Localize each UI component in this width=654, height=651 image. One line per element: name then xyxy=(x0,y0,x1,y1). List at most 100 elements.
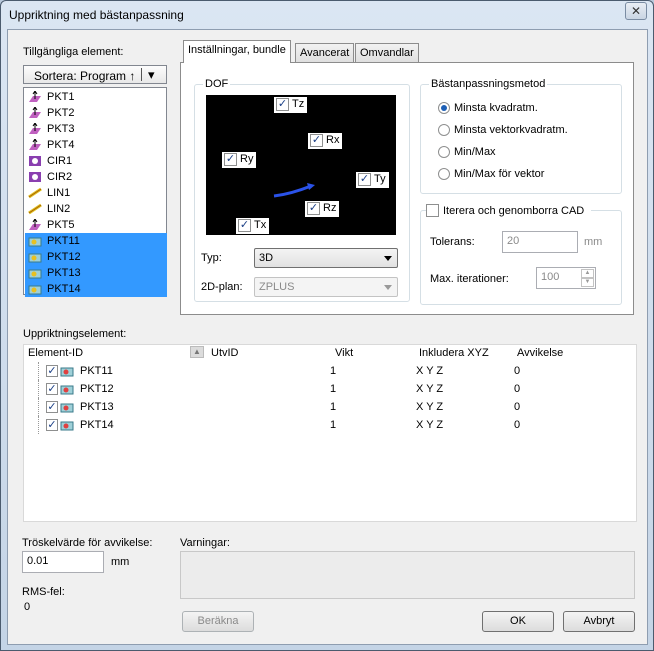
method-group-label: Bästanpassningsmetod xyxy=(429,78,548,90)
dof-tz-label: Tz xyxy=(292,98,305,110)
dof-rz-checkbox[interactable]: ✓ xyxy=(307,202,320,215)
point-icon xyxy=(60,420,74,431)
plane-combo[interactable]: ZPLUS xyxy=(254,277,398,297)
method-radio[interactable] xyxy=(438,168,450,180)
method-radio[interactable] xyxy=(438,146,450,158)
row-checkbox[interactable]: ✓ xyxy=(46,365,58,377)
tab-transform[interactable]: Omvandlar xyxy=(355,43,419,63)
spin-up-icon[interactable]: ▲ xyxy=(581,269,594,278)
list-item[interactable]: CIR2 xyxy=(25,169,167,185)
title-bar[interactable]: Uppriktning med bästanpassning ✕ xyxy=(1,1,653,29)
method-radio[interactable] xyxy=(438,124,450,136)
available-elements-list[interactable]: PKT1 PKT2 PKT3 PKT4 CIR1 CIR2 LIN1 LIN2 PKT5 PKT1… xyxy=(23,87,167,297)
rotation-arrow-icon xyxy=(273,183,315,198)
max-iterations-input[interactable]: 100 ▲ ▼ xyxy=(536,267,596,289)
list-item[interactable]: PKT3 xyxy=(25,121,167,137)
list-item[interactable]: PKT1 xyxy=(25,89,167,105)
sort-icon[interactable]: ▲ xyxy=(190,346,204,358)
column-header[interactable]: Element-ID xyxy=(28,347,83,359)
dof-rx-checkbox[interactable]: ✓ xyxy=(310,134,323,147)
list-item[interactable]: PKT5 xyxy=(25,217,167,233)
row-deviation: 0 xyxy=(514,383,521,395)
row-element-id: PKT11 xyxy=(80,365,113,377)
iterate-group xyxy=(420,210,622,305)
point-icon xyxy=(60,366,74,377)
calculate-button[interactable]: Beräkna xyxy=(182,611,254,632)
list-item[interactable]: PKT13 xyxy=(25,265,167,281)
table-row[interactable]: ✓ PKT12 1 X Y Z 0 xyxy=(24,380,636,398)
dof-ry-checkbox[interactable]: ✓ xyxy=(224,153,237,166)
row-element-id: PKT12 xyxy=(80,383,114,395)
dof-tx-label: Tx xyxy=(254,219,267,231)
dof-ty[interactable]: ✓ Ty xyxy=(356,172,389,188)
dof-tz[interactable]: ✓ Tz xyxy=(274,97,308,113)
list-item-label: PKT3 xyxy=(47,123,75,135)
ok-button[interactable]: OK xyxy=(482,611,554,632)
dof-canvas: ✓ Tz ✓ Rx ✓ Ry ✓ Ty ✓ Rz ✓ Tx xyxy=(206,95,396,235)
table-row[interactable]: ✓ PKT13 1 X Y Z 0 xyxy=(24,398,636,416)
list-item[interactable]: LIN2 xyxy=(25,201,167,217)
row-xyz: X Y Z xyxy=(416,365,444,377)
method-option-label[interactable]: Minsta kvadratm. xyxy=(454,102,538,114)
threshold-unit: mm xyxy=(111,556,130,568)
type-combo[interactable]: 3D xyxy=(254,248,398,268)
method-option-label[interactable]: Min/Max xyxy=(454,146,496,158)
chevron-down-icon[interactable]: ▾ xyxy=(148,67,155,83)
warnings-label: Varningar: xyxy=(180,537,230,549)
alignment-grid[interactable]: Element-ID ▲ UtvID Vikt Inkludera XYZ Av… xyxy=(23,344,637,522)
iterate-checkbox[interactable] xyxy=(426,204,439,217)
list-item-label: PKT11 xyxy=(47,235,80,247)
list-item[interactable]: CIR1 xyxy=(25,153,167,169)
method-option-label[interactable]: Min/Max för vektor xyxy=(454,168,544,180)
tab-advanced[interactable]: Avancerat xyxy=(295,43,355,63)
dof-rz[interactable]: ✓ Rz xyxy=(305,201,340,217)
iterate-header[interactable]: Iterera och genomborra CAD xyxy=(426,204,591,218)
sort-dropdown[interactable]: Sortera: Program ↑ ▾ xyxy=(23,65,167,84)
plane-label: 2D-plan: xyxy=(201,281,243,293)
list-item[interactable]: PKT2 xyxy=(25,105,167,121)
column-header[interactable]: Avvikelse xyxy=(517,347,563,359)
rms-value: 0 xyxy=(24,601,31,613)
column-header[interactable]: Inkludera XYZ xyxy=(419,347,489,359)
dof-ty-checkbox[interactable]: ✓ xyxy=(358,173,371,186)
table-row[interactable]: ✓ PKT14 1 X Y Z 0 xyxy=(24,416,636,434)
dof-rx-label: Rx xyxy=(326,134,340,146)
row-checkbox[interactable]: ✓ xyxy=(46,419,58,431)
list-item[interactable]: PKT4 xyxy=(25,137,167,153)
chevron-down-icon xyxy=(384,256,392,261)
type-label: Typ: xyxy=(201,252,222,264)
circle-icon xyxy=(28,171,42,183)
close-button[interactable]: ✕ xyxy=(625,2,647,20)
dof-tx-checkbox[interactable]: ✓ xyxy=(238,219,251,232)
row-deviation: 0 xyxy=(514,401,521,413)
method-option-label[interactable]: Minsta vektorkvadratm. xyxy=(454,124,568,136)
cancel-button[interactable]: Avbryt xyxy=(563,611,635,632)
row-weight: 1 xyxy=(330,401,337,413)
threshold-input[interactable]: 0.01 xyxy=(22,551,104,573)
dof-ry[interactable]: ✓ Ry xyxy=(222,152,257,168)
spin-down-icon[interactable]: ▼ xyxy=(581,278,594,287)
point-icon xyxy=(28,267,42,279)
point-icon xyxy=(60,402,74,413)
list-item-label: PKT1 xyxy=(47,91,75,103)
row-weight: 1 xyxy=(330,383,337,395)
dof-tz-checkbox[interactable]: ✓ xyxy=(276,98,289,111)
row-checkbox[interactable]: ✓ xyxy=(46,401,58,413)
column-header[interactable]: UtvID xyxy=(211,347,239,359)
tree-line xyxy=(38,398,39,416)
row-checkbox[interactable]: ✓ xyxy=(46,383,58,395)
tolerance-input[interactable]: 20 xyxy=(502,231,578,253)
row-xyz: X Y Z xyxy=(416,383,444,395)
list-item[interactable]: PKT14 xyxy=(25,281,167,297)
dof-rx[interactable]: ✓ Rx xyxy=(308,133,343,149)
list-item[interactable]: PKT11 xyxy=(25,233,167,249)
list-item-label: PKT4 xyxy=(47,139,75,151)
list-item[interactable]: LIN1 xyxy=(25,185,167,201)
dof-tx[interactable]: ✓ Tx xyxy=(236,218,270,234)
list-item[interactable]: PKT12 xyxy=(25,249,167,265)
dialog-window: Uppriktning med bästanpassning ✕ Tillgän… xyxy=(0,0,654,651)
column-header[interactable]: Vikt xyxy=(335,347,353,359)
method-radio[interactable] xyxy=(438,102,450,114)
table-row[interactable]: ✓ PKT11 1 X Y Z 0 xyxy=(24,362,636,380)
tab-settings-bundle[interactable]: Inställningar, bundle xyxy=(183,40,291,63)
